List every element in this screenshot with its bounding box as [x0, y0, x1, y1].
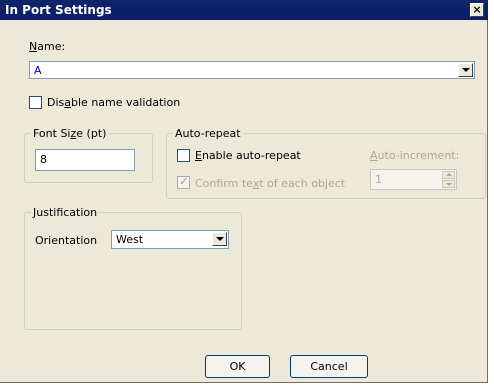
- cancel-button[interactable]: Cancel: [290, 355, 368, 378]
- auto-increment-value: 1: [375, 173, 382, 186]
- auto-increment-stepper[interactable]: 1: [370, 169, 457, 190]
- orientation-label: Orientation: [35, 234, 98, 247]
- justification-group: Justification Orientation West: [24, 206, 242, 330]
- name-combobox[interactable]: A: [29, 61, 475, 79]
- close-icon[interactable]: ×: [470, 3, 484, 17]
- auto-repeat-group: Auto-repeat Enable auto-repeat ✓ Confirm…: [166, 127, 486, 199]
- disable-validation-label[interactable]: Disable name validation: [47, 96, 180, 109]
- spin-down-icon[interactable]: [442, 180, 455, 188]
- chevron-down-icon[interactable]: [458, 63, 473, 77]
- orientation-value: West: [116, 233, 144, 246]
- confirm-text-label[interactable]: Confirm text of each object: [195, 177, 345, 190]
- auto-increment-label: Auto-increment:: [370, 149, 460, 162]
- font-size-group: Font Size (pt) 8: [24, 127, 153, 183]
- stepper-buttons: [442, 171, 455, 188]
- justification-group-title: Justification: [31, 206, 100, 219]
- confirm-text-checkbox[interactable]: ✓: [177, 174, 190, 189]
- auto-repeat-group-title: Auto-repeat: [173, 127, 243, 140]
- orientation-select[interactable]: West: [111, 230, 229, 249]
- chevron-down-icon[interactable]: [212, 232, 227, 246]
- enable-auto-repeat-checkbox[interactable]: [177, 149, 190, 162]
- title-bar: In Port Settings ×: [0, 0, 488, 20]
- font-size-value: 8: [40, 153, 47, 166]
- enable-auto-repeat-label[interactable]: Enable auto-repeat: [195, 149, 301, 162]
- disable-validation-checkbox[interactable]: [29, 96, 42, 109]
- check-icon: ✓: [179, 174, 190, 188]
- font-size-group-title: Font Size (pt): [31, 127, 109, 140]
- in-port-settings-dialog: In Port Settings × Name: A Disable name …: [0, 0, 488, 383]
- spin-up-icon[interactable]: [442, 171, 455, 179]
- font-size-input[interactable]: 8: [35, 149, 135, 171]
- window-title: In Port Settings: [5, 3, 112, 17]
- ok-button[interactable]: OK: [205, 355, 270, 378]
- name-value: A: [34, 64, 42, 77]
- name-label: Name:: [29, 40, 66, 53]
